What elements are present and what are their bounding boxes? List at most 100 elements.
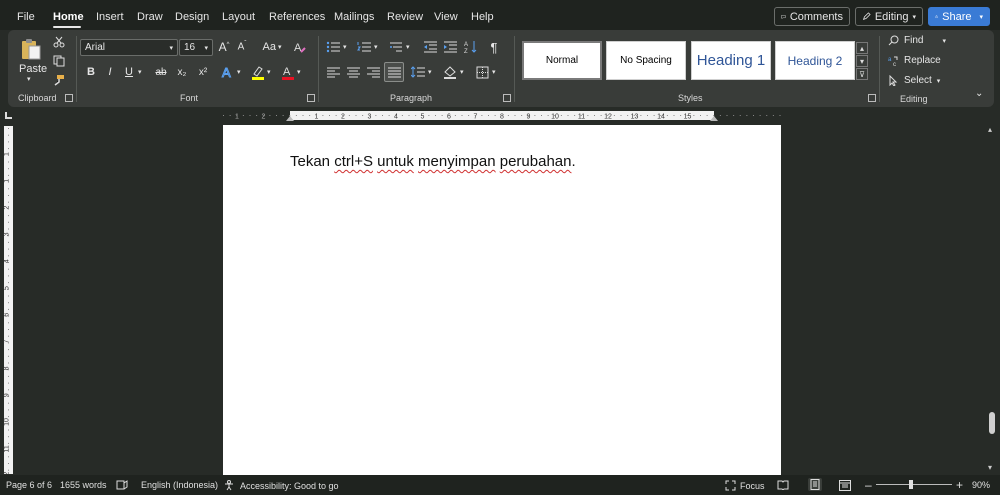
tab-help[interactable]: Help (471, 11, 494, 23)
superscript-button[interactable]: x² (195, 64, 211, 80)
proofing-status[interactable] (116, 480, 128, 490)
comments-button[interactable]: Comments (774, 7, 850, 26)
font-color-chevron-icon[interactable]: ▾ (297, 64, 301, 80)
scrollbar-thumb[interactable] (989, 412, 995, 434)
bullets-button[interactable] (325, 39, 341, 55)
focus-button[interactable]: Focus (725, 480, 765, 491)
zoom-out-button[interactable]: – (865, 478, 872, 492)
multilevel-list-button[interactable] (388, 39, 404, 55)
tab-draw[interactable]: Draw (137, 11, 163, 23)
select-button[interactable]: Select ▾ (888, 75, 940, 86)
tab-review[interactable]: Review (387, 11, 423, 23)
zoom-slider-track[interactable] (876, 484, 952, 485)
italic-button[interactable]: I (103, 64, 117, 80)
font-color-button[interactable]: A (280, 64, 296, 80)
font-launcher-icon[interactable] (307, 94, 315, 102)
tab-layout[interactable]: Layout (222, 11, 255, 23)
paste-button[interactable] (20, 36, 42, 62)
copy-button[interactable] (52, 54, 66, 68)
page-count[interactable]: Page 6 of 6 (6, 480, 52, 490)
sort-button[interactable]: AZ (463, 39, 479, 55)
text-effects-button[interactable]: A (220, 64, 236, 80)
font-family-combo[interactable]: Arial ▾ (80, 39, 178, 56)
tab-home[interactable]: Home (53, 11, 84, 23)
zoom-in-button[interactable]: + (956, 478, 963, 492)
grow-font-button[interactable]: A^ (216, 39, 232, 55)
font-size-combo[interactable]: 16 ▾ (179, 39, 213, 56)
tab-view[interactable]: View (434, 11, 458, 23)
find-button[interactable]: Find ▾ (888, 35, 946, 46)
style-heading-2[interactable]: Heading 2 (775, 41, 855, 80)
share-button[interactable]: Share ▾ (928, 7, 990, 26)
tab-design[interactable]: Design (175, 11, 209, 23)
shrink-font-button[interactable]: Aˇ (234, 39, 250, 55)
underline-button[interactable]: U (122, 64, 136, 80)
vertical-ruler[interactable]: 1123456789101112 (3, 126, 14, 474)
paste-options-chevron-icon[interactable]: ▾ (27, 75, 31, 83)
shading-chevron-icon[interactable]: ▾ (460, 64, 464, 80)
accessibility-status[interactable]: Accessibility: Good to go (224, 480, 339, 491)
line-spacing-button[interactable] (410, 64, 426, 80)
tab-mailings[interactable]: Mailings (334, 11, 374, 23)
bullets-chevron-icon[interactable]: ▾ (343, 39, 347, 55)
document-word[interactable]: untuk (377, 153, 414, 170)
tab-selector-icon[interactable] (5, 112, 12, 119)
borders-chevron-icon[interactable]: ▾ (492, 64, 496, 80)
vertical-scrollbar[interactable]: ▴ ▾ (986, 125, 998, 475)
line-spacing-chevron-icon[interactable]: ▾ (428, 64, 432, 80)
align-right-button[interactable] (365, 64, 381, 80)
align-center-button[interactable] (345, 64, 361, 80)
decrease-indent-button[interactable] (422, 39, 438, 55)
format-painter-button[interactable] (52, 73, 66, 87)
clear-formatting-button[interactable]: A (292, 39, 308, 55)
underline-options-chevron-icon[interactable]: ▾ (138, 64, 142, 80)
borders-button[interactable] (474, 64, 490, 80)
numbering-chevron-icon[interactable]: ▾ (374, 39, 378, 55)
document-word[interactable]: perubahan (500, 153, 572, 170)
web-layout-button[interactable] (839, 480, 851, 491)
word-count[interactable]: 1655 words (60, 480, 107, 490)
styles-scroll-up-icon[interactable]: ▴ (856, 42, 868, 54)
editing-mode-button[interactable]: Editing ▾ (855, 7, 923, 26)
clipboard-launcher-icon[interactable] (65, 94, 73, 102)
scroll-up-arrow-icon[interactable]: ▴ (988, 125, 992, 134)
horizontal-ruler[interactable]: 1 2 1 2 3 4 5 6 7 8 9 10 11 12 13 14 15 (223, 110, 781, 121)
align-left-button[interactable] (325, 64, 341, 80)
multilevel-list-chevron-icon[interactable]: ▾ (406, 39, 410, 55)
zoom-level[interactable]: 90% (972, 480, 990, 490)
highlight-chevron-icon[interactable]: ▾ (267, 64, 271, 80)
increase-indent-button[interactable] (442, 39, 458, 55)
cut-button[interactable] (52, 35, 66, 49)
paragraph-launcher-icon[interactable] (503, 94, 511, 102)
collapse-ribbon-chevron-icon[interactable]: ⌄ (975, 88, 983, 99)
zoom-slider-thumb[interactable] (909, 480, 913, 489)
styles-launcher-icon[interactable] (868, 94, 876, 102)
tab-file[interactable]: File (17, 11, 35, 23)
share-dropdown-icon[interactable]: ▾ (979, 13, 983, 21)
numbering-button[interactable] (356, 39, 372, 55)
strikethrough-button[interactable]: ab (152, 64, 170, 80)
subscript-button[interactable]: x₂ (174, 64, 190, 80)
print-layout-button[interactable] (808, 478, 822, 491)
change-case-button[interactable]: Aa ▾ (258, 39, 286, 55)
tab-references[interactable]: References (269, 11, 325, 23)
bold-button[interactable]: B (84, 64, 98, 80)
highlight-button[interactable] (250, 64, 266, 80)
styles-expand-icon[interactable]: ⊽ (856, 68, 868, 80)
text-effects-chevron-icon[interactable]: ▾ (237, 64, 241, 80)
document-paragraph[interactable]: Tekan ctrl+S untuk menyimpan perubahan. (290, 153, 576, 170)
style-normal[interactable]: Normal (522, 41, 602, 80)
paste-label[interactable]: Paste (19, 63, 47, 75)
document-word[interactable]: ctrl+S (334, 153, 373, 170)
show-formatting-button[interactable]: ¶ (486, 39, 502, 55)
justify-button[interactable] (384, 62, 404, 82)
replace-button[interactable]: ac Replace (888, 55, 941, 66)
tab-insert[interactable]: Insert (96, 11, 124, 23)
read-mode-button[interactable] (777, 480, 789, 490)
document-page[interactable]: Tekan ctrl+S untuk menyimpan perubahan. (223, 125, 781, 475)
document-word[interactable]: . (571, 153, 575, 170)
language-status[interactable]: English (Indonesia) (141, 480, 218, 490)
style-heading-1[interactable]: Heading 1 (691, 41, 771, 80)
shading-button[interactable] (442, 64, 458, 80)
document-word[interactable]: Tekan (290, 153, 330, 170)
